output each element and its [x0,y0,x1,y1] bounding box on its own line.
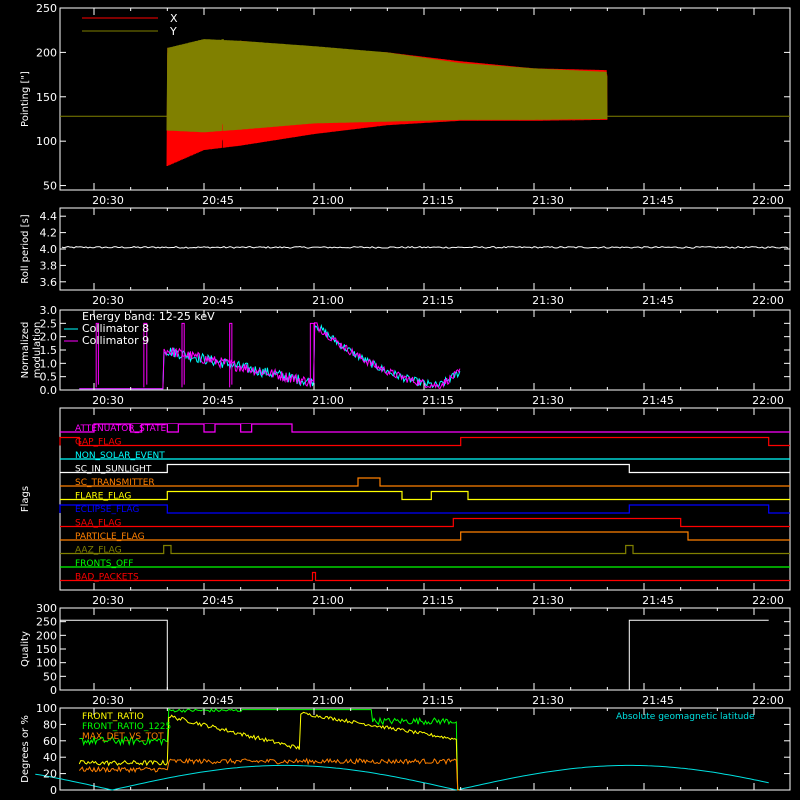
latitude-ytick-label: 0 [50,784,57,797]
flags-label-sc_transmitter: SC_TRANSMITTER [75,478,155,488]
multi-panel-chart: 5010015020025020:30 20:45 21:00 21:15 21:30 2… [0,0,800,800]
pointing-xtick-label: 21:45 [642,194,674,207]
quality-ylabel: Quality [20,631,31,667]
roll-xtick-label: 20:30 [92,294,124,307]
quality-xtick-label: 22:00 [752,694,784,707]
flags-xtick-label: 21:15 [422,594,454,607]
quality-xtick-label: 21:45 [642,694,674,707]
flags-label-sc_in_sunlight: SC_IN_SUNLIGHT [75,465,152,475]
pointing-xtick-label: 21:00 [312,194,344,207]
roll-xtick-label: 21:15 [422,294,454,307]
roll-xtick-label: 22:00 [752,294,784,307]
pointing-ytick-label: 250 [36,2,57,15]
modulation-xtick-label: 20:45 [202,394,234,407]
latitude-ytick-label: 80 [43,718,57,731]
quality-xtick-label: 21:00 [312,694,344,707]
roll-xtick-label: 21:45 [642,294,674,307]
latitude-ylabel: Degrees or % [20,715,31,783]
latitude-legend-label: FRONT_RATIO [82,712,144,722]
flags-xtick-label: 21:45 [642,594,674,607]
roll-xtick-label: 20:45 [202,294,234,307]
modulation-xtick-label: 21:15 [422,394,454,407]
flags-label-fronts_off: FRONTS_OFF [75,559,133,569]
latitude-ytick-label: 100 [36,702,57,715]
roll-ytick-label: 4.2 [40,227,58,240]
quality-ytick-label: 200 [36,629,57,642]
flags-label-saa_flag: SAA_FLAG [75,519,121,529]
latitude-ytick-label: 60 [43,735,57,748]
quality-ytick-label: 300 [36,602,57,615]
pointing-xtick-label: 22:00 [752,194,784,207]
modulation-ytick-label: 0.0 [40,384,58,397]
pointing-ytick-label: 100 [36,135,57,148]
latitude-annotation: Absolute geomagnetic latitude [616,712,755,722]
quality-xtick-label: 20:30 [92,694,124,707]
pointing-xtick-label: 20:30 [92,194,124,207]
flags-xtick-label: 21:30 [532,594,564,607]
flags-label-attenuator_state: ATTENUATOR_STATE [75,424,167,434]
modulation-xtick-label: 21:45 [642,394,674,407]
roll-xtick-label: 21:30 [532,294,564,307]
quality-ytick-label: 50 [43,670,57,683]
quality-ytick-label: 0 [50,684,57,697]
pointing-ylabel: Pointing ["] [20,71,31,127]
flags-xtick-label: 20:45 [202,594,234,607]
flags-label-flare_flag: FLARE_FLAG [75,492,131,502]
quality-xtick-label: 21:15 [422,694,454,707]
modulation-ylabel: Normalized [20,322,31,379]
roll-ylabel: Roll period [s] [20,214,31,283]
modulation-ylabel-2: modulation [32,322,43,379]
pointing-xtick-label: 21:30 [532,194,564,207]
modulation-ytick-label: 3.0 [40,304,58,317]
latitude-legend-label: MAX_DET_VS_TOT [82,732,164,742]
modulation-xtick-label: 21:30 [532,394,564,407]
flags-notch [240,424,253,433]
quality-ytick-label: 100 [36,657,57,670]
flags-xtick-label: 22:00 [752,594,784,607]
quality-ytick-label: 150 [36,643,57,656]
flags-notch [203,424,216,433]
roll-ytick-label: 4.4 [40,210,58,223]
pointing-ytick-label: 150 [36,91,57,104]
modulation-xtick-label: 22:00 [752,394,784,407]
roll-ytick-label: 3.6 [40,276,58,289]
flags-notch [166,424,179,433]
flags-label-particle_flag: PARTICLE_FLAG [75,532,145,542]
modulation-xtick-label: 21:00 [312,394,344,407]
latitude-legend-label: FRONT_RATIO_1225 [82,722,171,732]
quality-xtick-label: 20:45 [202,694,234,707]
flags-label-non_solar_event: NON_SOLAR_EVENT [75,451,165,461]
roll-ytick-label: 4.0 [40,243,58,256]
pointing-legend-label: X [170,12,178,25]
pointing-legend-label: Y [169,25,177,38]
flags-label-gap_flag: GAP_FLAG [75,438,121,448]
roll-ytick-label: 3.8 [40,259,58,272]
pointing-ytick-label: 50 [43,180,57,193]
pointing-xtick-label: 21:15 [422,194,454,207]
flags-xtick-label: 21:00 [312,594,344,607]
flags-label-bad_packets: BAD_PACKETS [75,573,139,583]
flags-xtick-label: 20:30 [92,594,124,607]
pointing-ytick-label: 200 [36,46,57,59]
quality-ytick-label: 250 [36,616,57,629]
flags-ylabel: Flags [20,486,31,512]
latitude-ytick-label: 20 [43,768,57,781]
roll-xtick-label: 21:00 [312,294,344,307]
quality-xtick-label: 21:30 [532,694,564,707]
flags-label-eclipse_flag: ECLIPSE_FLAG [75,505,139,515]
modulation-xtick-label: 20:30 [92,394,124,407]
latitude-ytick-label: 40 [43,751,57,764]
flags-label-aaz_flag: AAZ_FLAG [75,546,122,556]
pointing-xtick-label: 20:45 [202,194,234,207]
modulation-legend-label: Collimator 9 [82,334,149,347]
